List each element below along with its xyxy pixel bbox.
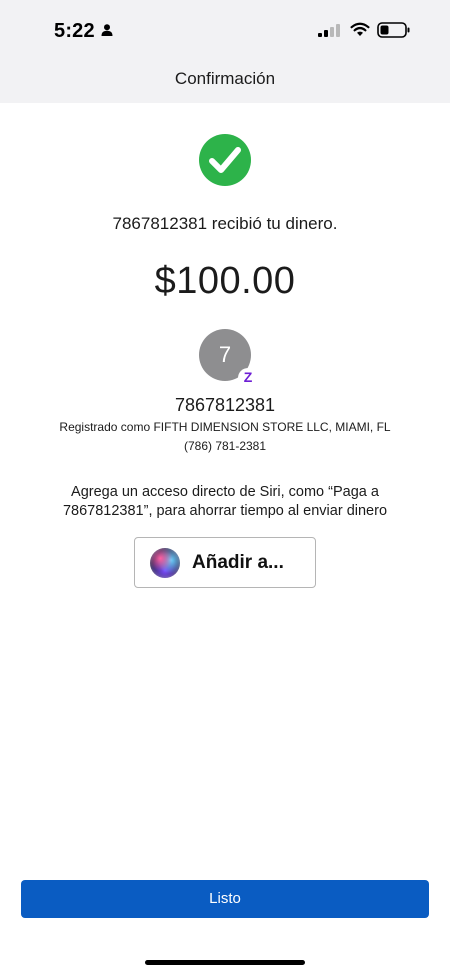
battery-icon — [377, 22, 410, 38]
siri-prompt-line-2: 7867812381”, para ahorrar tiempo al envi… — [62, 503, 388, 519]
recipient-name: 7867812381 — [174, 395, 276, 415]
wifi-icon — [350, 22, 370, 36]
status-bar: 5:22 — [0, 0, 450, 58]
siri-prompt-line-1: Agrega un acceso directo de Siri, como “… — [71, 484, 379, 500]
add-to-siri-label: Añadir a... — [192, 552, 284, 573]
person-icon — [101, 24, 113, 36]
siri-icon — [150, 548, 180, 578]
add-to-siri-button[interactable]: Añadir a... — [134, 537, 316, 588]
recipient-registration: Registrado como FIFTH DIMENSION STORE LL… — [59, 420, 391, 434]
signal-icon — [318, 24, 340, 37]
done-button[interactable]: Listo — [21, 880, 429, 918]
home-indicator[interactable] — [145, 960, 305, 965]
payment-amount: $100.00 — [154, 260, 296, 302]
page-title: Confirmación — [174, 69, 276, 88]
zelle-badge-letter: Z — [243, 369, 253, 385]
received-message: 7867812381 recibió tu dinero. — [112, 214, 338, 233]
checkmark-circle-icon — [199, 134, 251, 186]
nav-bar: Confirmación — [0, 58, 450, 103]
siri-shortcut-prompt: Agrega un acceso directo de Siri, como “… — [40, 483, 410, 521]
zelle-badge-icon: Z — [238, 368, 258, 388]
recipient-phone: (786) 781-2381 — [183, 439, 267, 453]
status-time: 5:22 — [54, 20, 95, 42]
